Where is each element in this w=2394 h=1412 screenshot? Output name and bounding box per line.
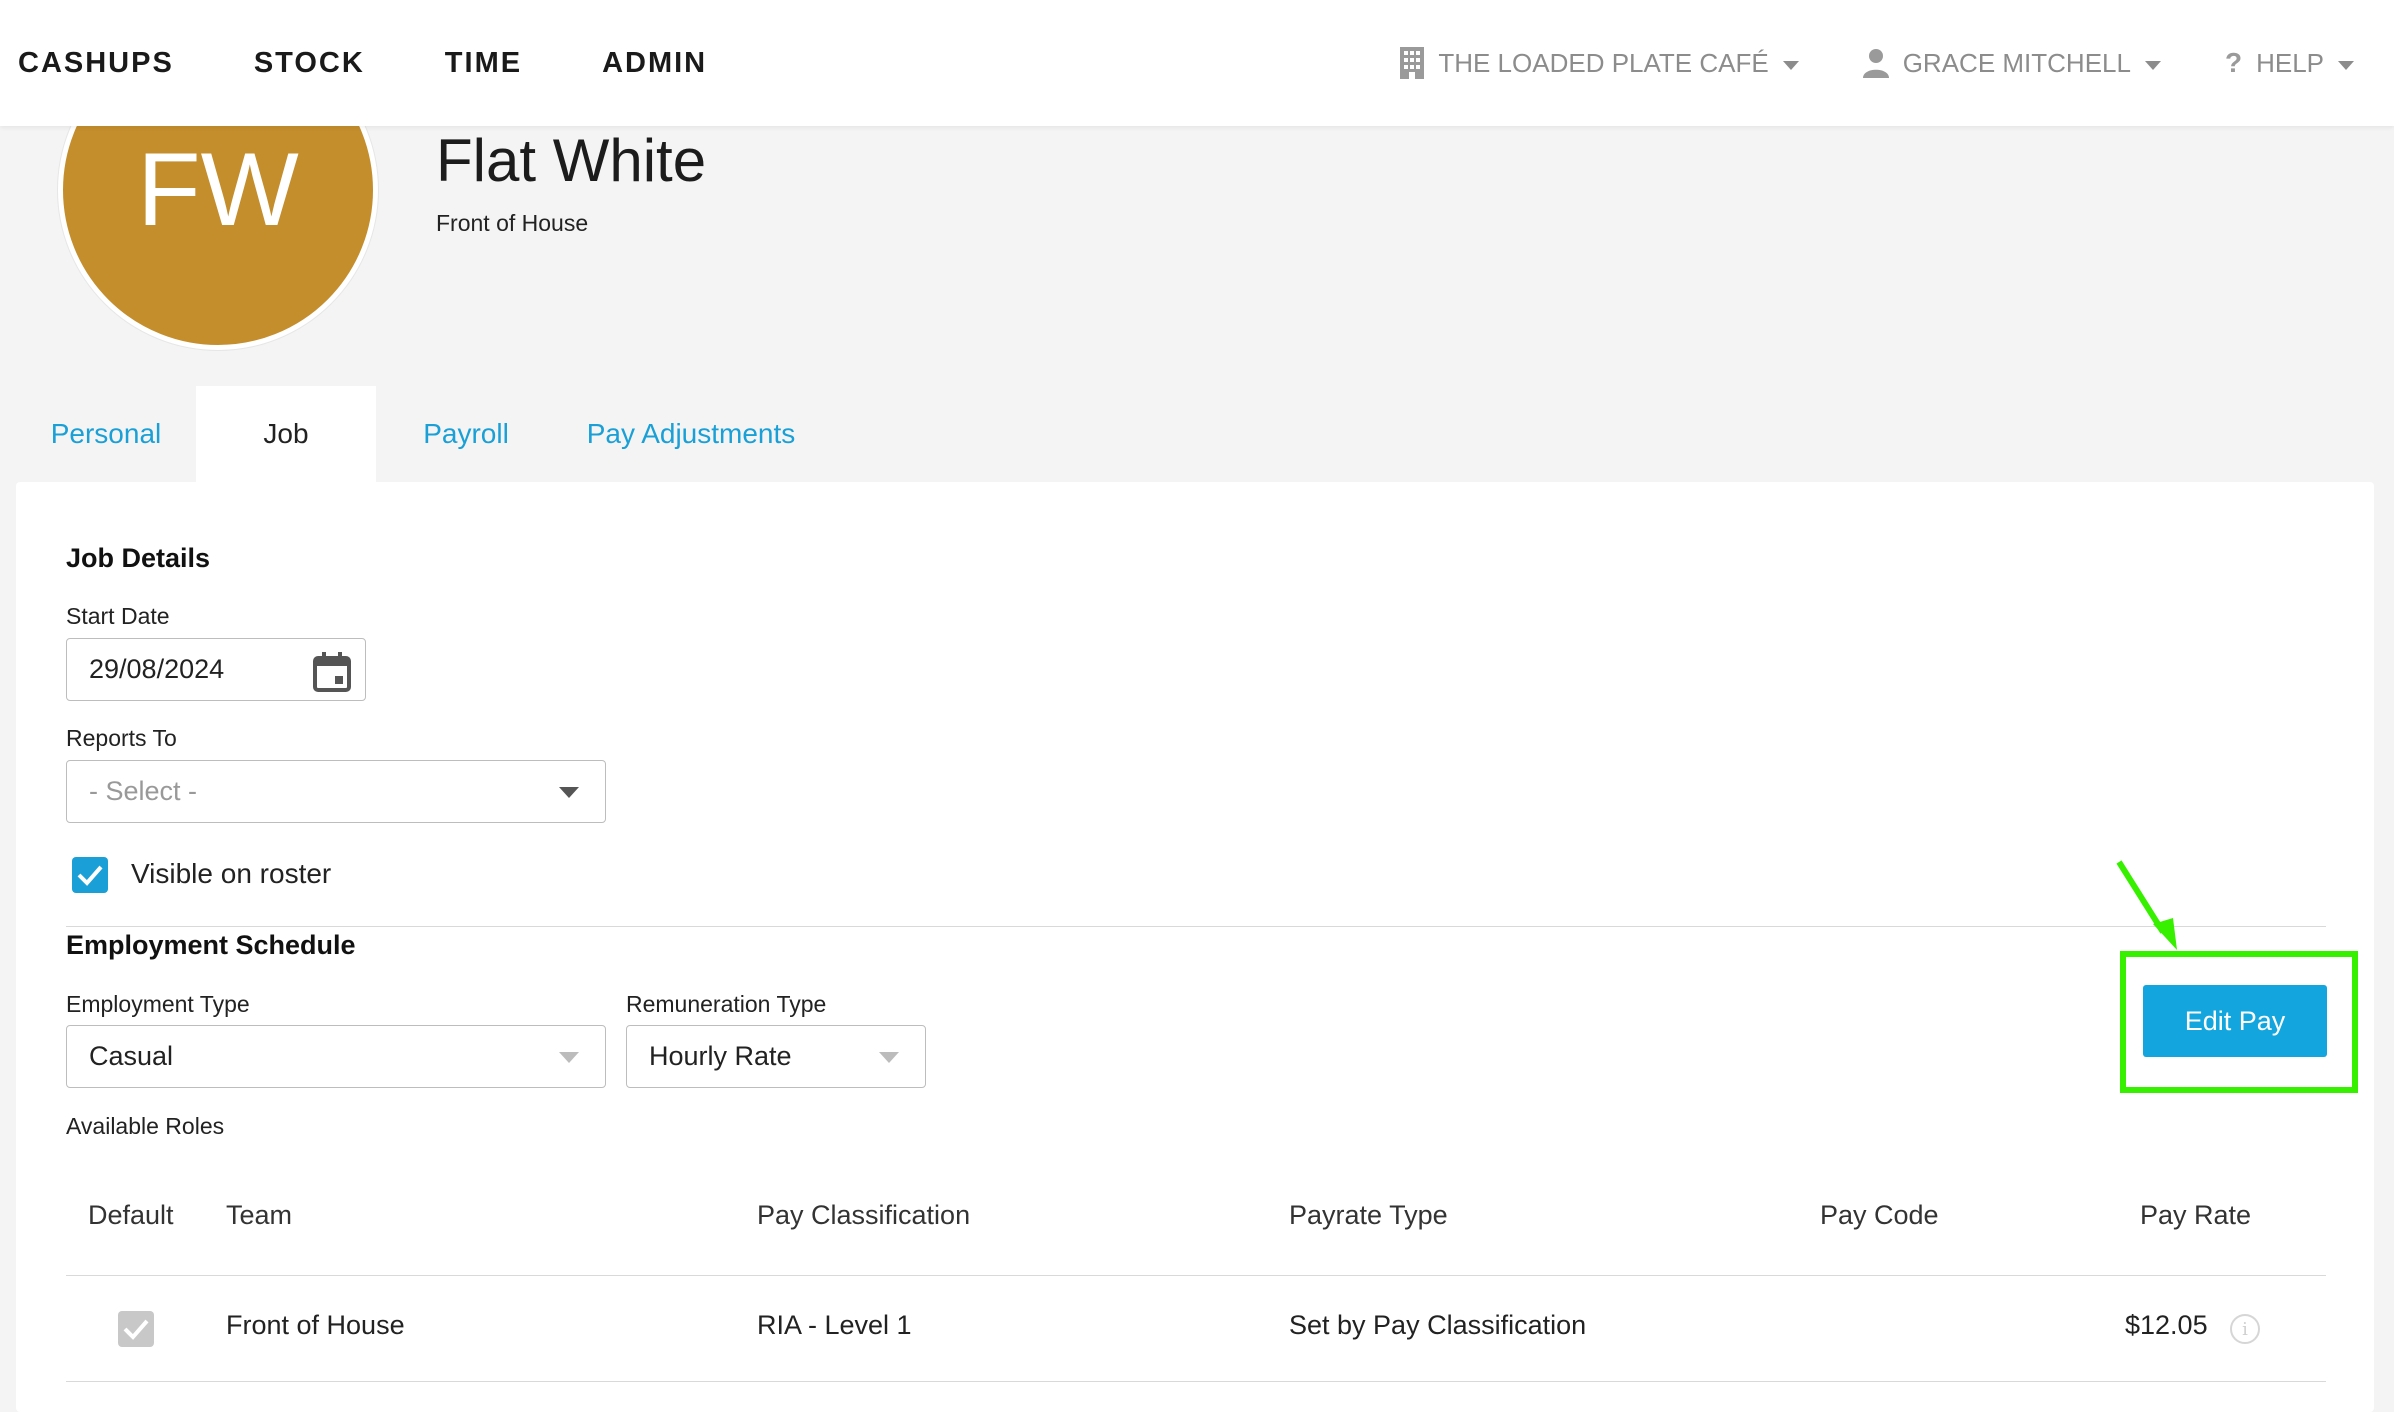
chevron-down-icon [879,1051,899,1063]
question-icon: ? [2224,47,2243,78]
employment-schedule-title: Employment Schedule [66,930,356,960]
column-header-pay-rate: Pay Rate [2140,1200,2252,1230]
chevron-down-icon [1782,60,1799,70]
job-panel [16,482,2374,1412]
remuneration-type-select[interactable]: Hourly Rate [626,1025,926,1088]
nav-item-time[interactable]: TIME [445,47,522,80]
venue-menu[interactable]: THE LOADED PLATE CAFÉ [1400,47,1799,79]
checkmark-icon [123,1319,149,1340]
user-icon [1862,48,1889,78]
tab-job[interactable]: Job [196,386,376,482]
cell-team: Front of House [226,1310,405,1340]
available-roles-label: Available Roles [66,1113,225,1139]
column-header-pay-classification: Pay Classification [757,1200,971,1230]
calendar-icon[interactable] [313,652,351,699]
reports-to-select[interactable]: - Select - [66,760,606,823]
tab-payroll[interactable]: Payroll [376,386,556,482]
employee-name: Flat White [436,127,707,194]
tab-pay-adjustments[interactable]: Pay Adjustments [556,386,826,482]
remuneration-type-label: Remuneration Type [626,991,827,1017]
cell-pay-classification: RIA - Level 1 [757,1310,912,1340]
venue-name: THE LOADED PLATE CAFÉ [1438,47,1769,78]
remuneration-type-value: Hourly Rate [649,1041,792,1071]
start-date-value: 29/08/2024 [89,654,225,684]
start-date-label: Start Date [66,603,170,629]
annotation-arrow [2116,860,2177,950]
table-row-divider [66,1381,2326,1382]
column-header-payrate-type: Payrate Type [1289,1200,1448,1230]
chevron-down-icon [2338,60,2354,70]
chevron-down-icon [559,1051,579,1063]
column-header-team: Team [226,1200,293,1230]
job-details-title: Job Details [66,543,211,573]
info-icon[interactable]: i [2230,1314,2260,1344]
chevron-down-icon [559,786,579,798]
employment-type-select[interactable]: Casual [66,1025,606,1088]
cell-pay-rate: $12.05 [2125,1310,2208,1340]
user-menu[interactable]: GRACE MITCHELL [1862,47,2161,79]
cell-payrate-type: Set by Pay Classification [1289,1310,1587,1340]
start-date-field[interactable]: 29/08/2024 [66,638,366,701]
visible-on-roster-label: Visible on roster [131,858,332,889]
default-role-checkbox [118,1311,154,1347]
chevron-down-icon [2144,60,2161,70]
reports-to-label: Reports To [66,725,177,751]
nav-item-cashups[interactable]: CASHUPS [18,47,174,80]
checkmark-icon [77,865,103,886]
edit-pay-button[interactable]: Edit Pay [2143,985,2327,1057]
account-nav: THE LOADED PLATE CAFÉ GRACE MITCHELL ? H… [1336,0,2354,126]
employment-type-value: Casual [89,1041,174,1071]
employment-type-label: Employment Type [66,991,250,1017]
building-icon [1400,47,1425,79]
reports-to-placeholder: - Select - [89,776,198,806]
visible-on-roster-checkbox[interactable] [72,857,108,893]
column-header-default: Default [88,1200,174,1230]
main-nav: CASHUPS STOCK TIME ADMIN [18,0,787,126]
nav-item-stock[interactable]: STOCK [254,47,365,80]
employee-department: Front of House [436,210,589,236]
top-navigation-bar: CASHUPS STOCK TIME ADMIN THE LOADED PLAT… [0,0,2394,126]
nav-item-admin[interactable]: ADMIN [602,47,707,80]
help-menu[interactable]: ? HELP [2225,47,2354,79]
user-name: GRACE MITCHELL [1902,47,2131,78]
profile-tabs: Personal Job Payroll Pay Adjustments [16,386,826,482]
help-label: HELP [2256,47,2324,78]
tab-personal[interactable]: Personal [16,386,196,482]
avatar-initials: FW [137,131,299,248]
column-header-pay-code: Pay Code [1820,1200,1939,1230]
table-header-divider [66,1275,2326,1276]
section-divider [66,926,2326,927]
